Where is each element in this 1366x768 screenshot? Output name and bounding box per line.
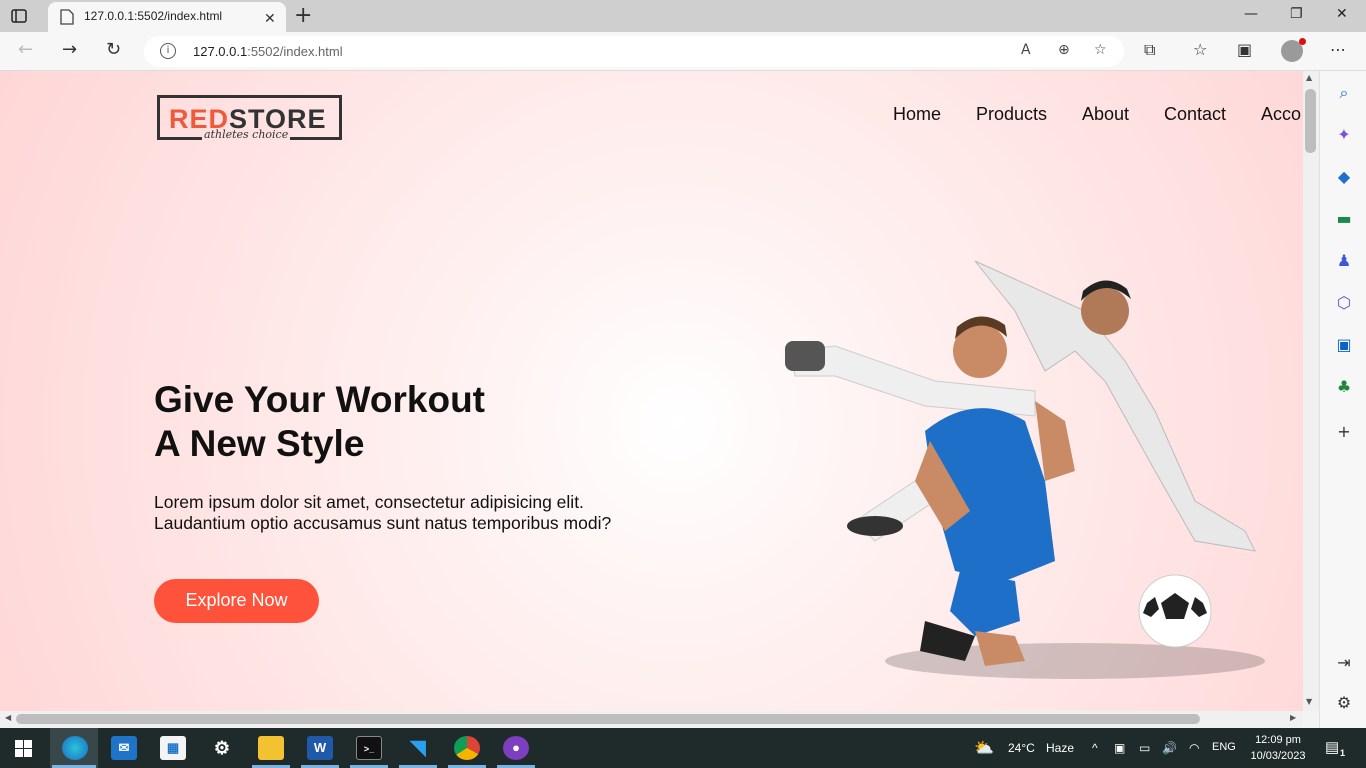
add-favorite-icon[interactable]: ☆ [1094,42,1107,58]
terminal-app-icon[interactable]: >_ [356,736,382,760]
weather-temperature[interactable]: 24°C [1008,741,1035,755]
edge-sidebar: ⌕ ✦ ◆ ▬ ♟ ⬡ ▣ ♣ + ⇥ ⚙ [1319,71,1366,728]
language-indicator[interactable]: ENG [1212,741,1236,753]
collections-icon[interactable]: ▣ [1237,40,1252,59]
edge-app-icon[interactable] [62,736,88,760]
vertical-scrollbar[interactable]: ▲ ▼ [1303,71,1319,711]
forward-icon[interactable]: → [62,39,77,60]
tools-icon[interactable]: ▬ [1334,209,1354,229]
wifi-icon[interactable]: ◠ [1189,741,1199,755]
windows-taskbar: ✉ ▦ ⚙ W >_ ◥ ● ⛅ 24°C Haze ^ ▣ ▭ 🔊 ◠ ENG… [0,728,1366,768]
more-menu-icon[interactable]: ⋯ [1330,40,1346,59]
scroll-up-icon[interactable]: ▲ [1306,73,1312,82]
microsoft-365-icon[interactable]: ⬡ [1334,293,1354,313]
window-close-icon[interactable]: ✕ [1336,6,1348,22]
page-viewport: REDSTORE athletes choice Home Products A… [0,71,1303,711]
logo-tagline: athletes choice [202,128,291,141]
new-tab-icon[interactable]: + [294,3,312,28]
hero-football-players-image [785,260,1265,679]
meet-now-icon[interactable]: ▣ [1114,741,1125,755]
tab-title: 127.0.0.1:5502/index.html [84,9,223,23]
settings-app-icon[interactable]: ⚙ [209,736,235,760]
shopping-tag-icon[interactable]: ◆ [1334,167,1354,187]
horizontal-scrollbar[interactable]: ◀ ▶ [0,711,1303,727]
github-desktop-icon[interactable]: ● [503,736,529,760]
zoom-icon[interactable]: ⊕ [1058,42,1070,58]
read-aloud-icon[interactable]: A [1021,42,1031,58]
nav-account[interactable]: Acco [1261,104,1301,125]
games-icon[interactable]: ♟ [1334,251,1354,271]
drop-tree-icon[interactable]: ♣ [1334,377,1354,397]
outlook-icon[interactable]: ▣ [1334,335,1354,355]
search-icon[interactable]: ⌕ [1334,83,1354,103]
battery-icon[interactable]: ▭ [1139,741,1150,755]
favorites-icon[interactable]: ☆ [1193,40,1207,59]
tab-strip: 127.0.0.1:5502/index.html ✕ + — ❐ ✕ [0,0,1366,32]
scroll-left-icon[interactable]: ◀ [5,713,11,722]
volume-icon[interactable]: 🔊 [1162,741,1177,755]
store-app-icon[interactable]: ▦ [160,736,186,760]
browser-tab[interactable]: 127.0.0.1:5502/index.html ✕ [48,2,286,32]
address-bar[interactable]: i 127.0.0.1:5502/index.html A ⊕ ☆ [144,36,1124,67]
nav-products[interactable]: Products [976,104,1047,125]
word-app-icon[interactable]: W [307,736,333,760]
profile-avatar[interactable] [1281,38,1306,62]
start-icon[interactable] [15,740,32,757]
browser-toolbar: ← → ↻ i 127.0.0.1:5502/index.html A ⊕ ☆ … [0,32,1366,71]
taskbar-clock[interactable]: 12:09 pm 10/03/2023 [1246,732,1310,764]
explore-now-button[interactable]: Explore Now [154,579,319,623]
tab-close-icon[interactable]: ✕ [264,10,276,27]
site-info-icon[interactable]: i [160,43,176,59]
hero-description: Lorem ipsum dolor sit amet, consectetur … [154,492,612,533]
horizontal-scroll-thumb[interactable] [16,714,1200,724]
tab-actions-icon[interactable] [10,7,28,25]
notification-count: 1 [1340,748,1346,758]
clock-date: 10/03/2023 [1250,750,1306,762]
chrome-app-icon[interactable] [454,736,480,760]
clock-time: 12:09 pm [1255,734,1301,746]
minimize-icon[interactable]: — [1244,6,1258,22]
hide-sidebar-icon[interactable]: ⇥ [1334,653,1354,673]
copilot-icon[interactable]: ✦ [1334,125,1354,145]
back-icon[interactable]: ← [18,39,33,60]
site-logo[interactable]: REDSTORE athletes choice [157,95,342,140]
nav-about[interactable]: About [1082,104,1129,125]
hero-title: Give Your Workout A New Style [154,379,485,464]
sidebar-settings-icon[interactable]: ⚙ [1334,693,1354,713]
notifications-icon[interactable]: ▤ [1325,738,1339,756]
nav-home[interactable]: Home [893,104,941,125]
scroll-right-icon[interactable]: ▶ [1290,713,1296,722]
weather-icon[interactable]: ⛅ [974,738,994,758]
vscode-app-icon[interactable]: ◥ [405,736,431,760]
page-icon [60,9,74,25]
weather-description[interactable]: Haze [1046,741,1074,755]
tray-overflow-icon[interactable]: ^ [1092,741,1098,755]
nav-contact[interactable]: Contact [1164,104,1226,125]
refresh-icon[interactable]: ↻ [106,39,121,60]
extensions-icon[interactable]: ⧉ [1144,40,1155,60]
mail-app-icon[interactable]: ✉ [111,736,137,760]
url-text: 127.0.0.1:5502/index.html [193,44,343,59]
file-explorer-icon[interactable] [258,736,284,760]
restore-icon[interactable]: ❐ [1290,6,1303,22]
add-sidebar-app-icon[interactable]: + [1334,422,1354,442]
vertical-scroll-thumb[interactable] [1305,89,1316,153]
scroll-down-icon[interactable]: ▼ [1306,697,1312,706]
